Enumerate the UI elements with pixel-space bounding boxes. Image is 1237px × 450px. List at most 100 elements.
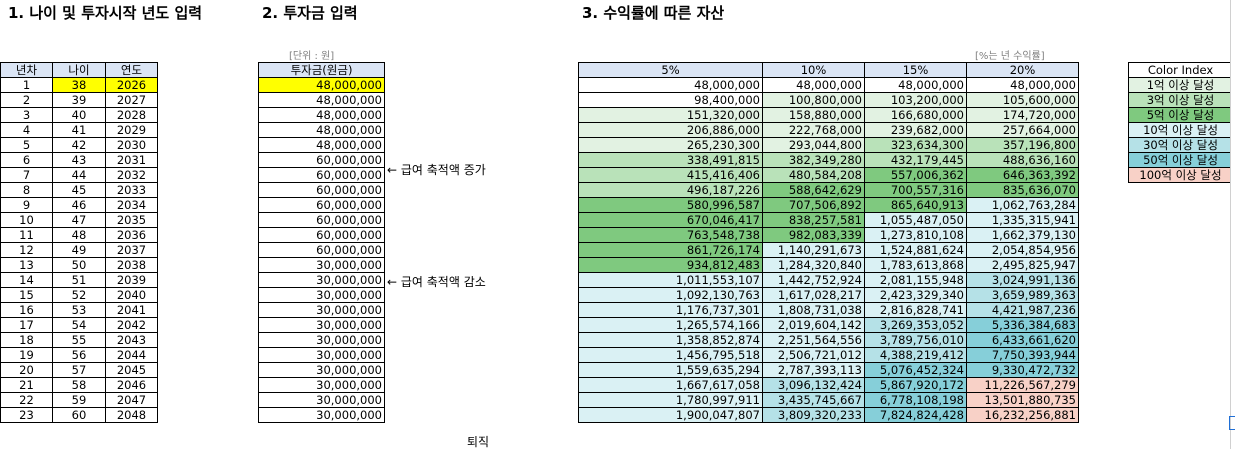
- asset-value-cell[interactable]: 480,584,208: [762, 167, 865, 183]
- asset-value-cell[interactable]: 861,726,174: [578, 242, 763, 258]
- age-cell[interactable]: 42: [52, 137, 106, 153]
- asset-value-cell[interactable]: 1,358,852,874: [578, 332, 763, 348]
- age-cell[interactable]: 43: [52, 152, 106, 168]
- asset-value-cell[interactable]: 382,349,280: [762, 152, 865, 168]
- asset-value-cell[interactable]: 1,783,613,868: [864, 257, 967, 273]
- principal-cell[interactable]: 30,000,000: [258, 257, 385, 273]
- year-cell[interactable]: 2034: [105, 197, 158, 213]
- asset-value-cell[interactable]: 105,600,000: [966, 92, 1079, 108]
- asset-value-cell[interactable]: 48,000,000: [864, 77, 967, 93]
- principal-cell[interactable]: 60,000,000: [258, 197, 385, 213]
- asset-value-cell[interactable]: 1,092,130,763: [578, 287, 763, 303]
- asset-value-cell[interactable]: 103,200,000: [864, 92, 967, 108]
- color-index-swatch[interactable]: 50억 이상 달성: [1128, 152, 1233, 168]
- asset-value-cell[interactable]: 6,433,661,620: [966, 332, 1079, 348]
- asset-value-cell[interactable]: 151,320,000: [578, 107, 763, 123]
- asset-value-cell[interactable]: 646,363,392: [966, 167, 1079, 183]
- year-index-cell[interactable]: 8: [0, 182, 53, 198]
- asset-value-cell[interactable]: 2,495,825,947: [966, 257, 1079, 273]
- year-index-cell[interactable]: 16: [0, 302, 53, 318]
- year-index-cell[interactable]: 15: [0, 287, 53, 303]
- principal-cell[interactable]: 30,000,000: [258, 407, 385, 423]
- asset-value-cell[interactable]: 222,768,000: [762, 122, 865, 138]
- principal-cell[interactable]: 30,000,000: [258, 287, 385, 303]
- principal-cell[interactable]: 48,000,000: [258, 92, 385, 108]
- color-index-swatch[interactable]: 1억 이상 달성: [1128, 77, 1233, 93]
- age-cell[interactable]: 51: [52, 272, 106, 288]
- asset-value-cell[interactable]: 174,720,000: [966, 107, 1079, 123]
- age-cell[interactable]: 59: [52, 392, 106, 408]
- year-cell[interactable]: 2030: [105, 137, 158, 153]
- age-cell[interactable]: 54: [52, 317, 106, 333]
- principal-cell[interactable]: 48,000,000: [258, 122, 385, 138]
- year-cell[interactable]: 2040: [105, 287, 158, 303]
- color-index-swatch[interactable]: 10억 이상 달성: [1128, 122, 1233, 138]
- asset-value-cell[interactable]: 7,750,393,944: [966, 347, 1079, 363]
- color-index-swatch[interactable]: 100억 이상 달성: [1128, 167, 1233, 183]
- asset-value-cell[interactable]: 293,044,800: [762, 137, 865, 153]
- year-cell[interactable]: 2026: [105, 77, 158, 93]
- asset-value-cell[interactable]: 4,421,987,236: [966, 302, 1079, 318]
- age-cell[interactable]: 38: [52, 77, 106, 93]
- asset-value-cell[interactable]: 1,900,047,807: [578, 407, 763, 423]
- asset-value-cell[interactable]: 3,789,756,010: [864, 332, 967, 348]
- year-index-cell[interactable]: 10: [0, 212, 53, 228]
- asset-value-cell[interactable]: 2,251,564,556: [762, 332, 865, 348]
- asset-value-cell[interactable]: 982,083,339: [762, 227, 865, 243]
- asset-value-cell[interactable]: 557,006,362: [864, 167, 967, 183]
- asset-value-cell[interactable]: 1,559,635,294: [578, 362, 763, 378]
- asset-value-cell[interactable]: 496,187,226: [578, 182, 763, 198]
- principal-cell[interactable]: 48,000,000: [258, 137, 385, 153]
- year-index-cell[interactable]: 20: [0, 362, 53, 378]
- principal-cell[interactable]: 30,000,000: [258, 332, 385, 348]
- principal-cell[interactable]: 60,000,000: [258, 182, 385, 198]
- asset-value-cell[interactable]: 580,996,587: [578, 197, 763, 213]
- year-index-cell[interactable]: 2: [0, 92, 53, 108]
- year-cell[interactable]: 2032: [105, 167, 158, 183]
- year-index-cell[interactable]: 11: [0, 227, 53, 243]
- age-cell[interactable]: 40: [52, 107, 106, 123]
- principal-cell[interactable]: 30,000,000: [258, 317, 385, 333]
- asset-value-cell[interactable]: 1,176,737,301: [578, 302, 763, 318]
- asset-value-cell[interactable]: 707,506,892: [762, 197, 865, 213]
- asset-value-cell[interactable]: 763,548,738: [578, 227, 763, 243]
- year-cell[interactable]: 2043: [105, 332, 158, 348]
- age-cell[interactable]: 55: [52, 332, 106, 348]
- age-cell[interactable]: 60: [52, 407, 106, 423]
- year-cell[interactable]: 2047: [105, 392, 158, 408]
- year-cell[interactable]: 2036: [105, 227, 158, 243]
- asset-value-cell[interactable]: 158,880,000: [762, 107, 865, 123]
- asset-value-cell[interactable]: 415,416,406: [578, 167, 763, 183]
- asset-value-cell[interactable]: 865,640,913: [864, 197, 967, 213]
- asset-value-cell[interactable]: 2,423,329,340: [864, 287, 967, 303]
- asset-value-cell[interactable]: 5,076,452,324: [864, 362, 967, 378]
- asset-value-cell[interactable]: 3,096,132,424: [762, 377, 865, 393]
- year-index-cell[interactable]: 3: [0, 107, 53, 123]
- asset-value-cell[interactable]: 3,269,353,052: [864, 317, 967, 333]
- color-index-swatch[interactable]: 30억 이상 달성: [1128, 137, 1233, 153]
- asset-value-cell[interactable]: 1,442,752,924: [762, 272, 865, 288]
- age-cell[interactable]: 44: [52, 167, 106, 183]
- year-cell[interactable]: 2046: [105, 377, 158, 393]
- year-cell[interactable]: 2028: [105, 107, 158, 123]
- age-cell[interactable]: 41: [52, 122, 106, 138]
- year-index-cell[interactable]: 17: [0, 317, 53, 333]
- asset-value-cell[interactable]: 1,273,810,108: [864, 227, 967, 243]
- year-cell[interactable]: 2029: [105, 122, 158, 138]
- asset-value-cell[interactable]: 265,230,300: [578, 137, 763, 153]
- asset-value-cell[interactable]: 2,019,604,142: [762, 317, 865, 333]
- asset-value-cell[interactable]: 13,501,880,735: [966, 392, 1079, 408]
- asset-value-cell[interactable]: 1,062,763,284: [966, 197, 1079, 213]
- age-cell[interactable]: 57: [52, 362, 106, 378]
- color-index-swatch[interactable]: 5억 이상 달성: [1128, 107, 1233, 123]
- asset-value-cell[interactable]: 2,506,721,012: [762, 347, 865, 363]
- asset-value-cell[interactable]: 1,808,731,038: [762, 302, 865, 318]
- asset-value-cell[interactable]: 4,388,219,412: [864, 347, 967, 363]
- age-cell[interactable]: 49: [52, 242, 106, 258]
- asset-value-cell[interactable]: 1,456,795,518: [578, 347, 763, 363]
- age-cell[interactable]: 48: [52, 227, 106, 243]
- age-cell[interactable]: 56: [52, 347, 106, 363]
- asset-value-cell[interactable]: 206,886,000: [578, 122, 763, 138]
- age-cell[interactable]: 53: [52, 302, 106, 318]
- asset-value-cell[interactable]: 48,000,000: [966, 77, 1079, 93]
